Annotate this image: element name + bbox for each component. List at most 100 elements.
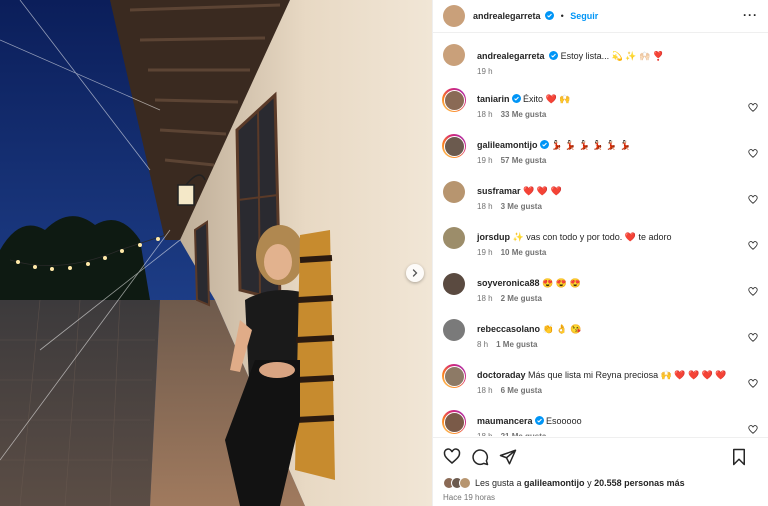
verified-badge-icon	[545, 11, 555, 20]
comment-meta: 18 h 6 Me gusta	[477, 385, 738, 397]
next-photo-button[interactable]	[406, 264, 424, 282]
commenter-username[interactable]: maumancera	[477, 416, 533, 426]
post-photo[interactable]	[0, 0, 432, 506]
commenter-avatar[interactable]	[443, 273, 465, 295]
caption-username[interactable]: andrealegarreta	[477, 51, 545, 61]
comment-row: rebeccasolano 👏 👌 😘 8 h 1 Me gusta	[443, 319, 758, 363]
comment-likes[interactable]: 3 Me gusta	[501, 202, 542, 211]
comment-text: rebeccasolano 👏 👌 😘	[477, 323, 738, 335]
bookmark-icon[interactable]	[730, 448, 748, 466]
commenter-avatar[interactable]	[443, 319, 465, 341]
comment-time: 18 h	[477, 386, 493, 395]
comment-likes[interactable]: 33 Me gusta	[501, 110, 547, 119]
comment-meta: 18 h 2 Me gusta	[477, 293, 738, 305]
comment-time: 8 h	[477, 340, 489, 349]
heart-icon[interactable]	[748, 287, 758, 297]
comment-meta: 18 h 3 Me gusta	[477, 201, 738, 213]
comment-likes[interactable]: 6 Me gusta	[501, 386, 542, 395]
commenter-username[interactable]: jorsdup	[477, 232, 510, 242]
commenter-avatar[interactable]	[443, 365, 465, 387]
comment-row: maumancera Esooooo 18 h 21 Me gusta	[442, 410, 758, 436]
comment-meta: 18 h 21 Me gusta	[477, 431, 738, 436]
heart-icon[interactable]	[748, 333, 758, 343]
likes-user[interactable]: galileamontijo	[524, 478, 585, 488]
chevron-right-icon	[412, 269, 418, 277]
commenter-avatar[interactable]	[443, 411, 465, 433]
author-avatar[interactable]	[443, 44, 465, 66]
heart-icon[interactable]	[748, 149, 758, 159]
caption-text: andrealegarreta Estoy lista... 💫 ✨ 🙌🏻 ❣️	[477, 50, 738, 62]
comment-body: Esooooo	[546, 416, 582, 426]
commenter-avatar[interactable]	[443, 89, 465, 111]
comments-list[interactable]: andrealegarreta Estoy lista... 💫 ✨ 🙌🏻 ❣️…	[433, 34, 768, 436]
likes-text: Les gusta a galileamontijo y 20.558 pers…	[475, 478, 685, 488]
comment-likes[interactable]: 21 Me gusta	[501, 432, 547, 436]
likes-summary[interactable]: Les gusta a galileamontijo y 20.558 pers…	[443, 476, 758, 490]
comment-body: ✨ vas con todo y por todo. ❤️ te adoro	[512, 232, 672, 242]
comment-body: 😍 😍 😍	[542, 278, 581, 288]
comment-body: 💃🏻 💃🏻 💃🏻 💃🏻 💃🏻 💃🏻	[551, 140, 631, 150]
comment-row: galileamontijo 💃🏻 💃🏻 💃🏻 💃🏻 💃🏻 💃🏻 19 h 57 M…	[442, 134, 758, 179]
comment-likes[interactable]: 1 Me gusta	[496, 340, 537, 349]
heart-icon[interactable]	[748, 425, 758, 435]
comment-body: Éxito ❤️ 🙌	[523, 94, 571, 104]
verified-badge-icon	[511, 94, 521, 103]
caption-body: Estoy lista... 💫 ✨ 🙌🏻 ❣️	[560, 51, 664, 61]
comment-body: Más que lista mi Reyna preciosa 🙌 ❤️ ❤️ …	[528, 370, 727, 380]
commenter-username[interactable]: susframar	[477, 186, 521, 196]
likes-prefix: Les gusta a	[475, 478, 525, 488]
comment-row: soyveronica88 😍 😍 😍 18 h 2 Me gusta	[443, 273, 758, 317]
verified-badge-icon	[534, 416, 544, 425]
comment-time: 18 h	[477, 294, 493, 303]
heart-icon[interactable]	[748, 241, 758, 251]
commenter-avatar[interactable]	[443, 227, 465, 249]
commenter-username[interactable]: soyveronica88	[477, 278, 540, 288]
heart-icon[interactable]	[748, 379, 758, 389]
commenter-username[interactable]: doctoraday	[477, 370, 526, 380]
comment-row: susframar ❤️ ❤️ ❤️ 18 h 3 Me gusta	[443, 181, 758, 225]
action-bar	[443, 438, 758, 476]
comment-text: jorsdup ✨ vas con todo y por todo. ❤️ te…	[477, 231, 738, 243]
comment-body: 👏 👌 😘	[542, 324, 582, 334]
heart-icon[interactable]	[748, 195, 758, 205]
heart-icon[interactable]	[748, 103, 758, 113]
liker-avatars	[443, 477, 471, 489]
more-options-icon[interactable]: ···	[743, 9, 758, 21]
comment-text: soyveronica88 😍 😍 😍	[477, 277, 738, 289]
post-detail-panel: andrealegarreta • Seguir ··· andrealegar…	[432, 0, 768, 506]
comment-row: doctoraday Más que lista mi Reyna precio…	[442, 364, 758, 409]
comment-meta: 19 h 10 Me gusta	[477, 247, 738, 259]
comment-time: 19 h	[477, 248, 493, 257]
caption-row: andrealegarreta Estoy lista... 💫 ✨ 🙌🏻 ❣️…	[443, 44, 758, 84]
comment-row: jorsdup ✨ vas con todo y por todo. ❤️ te…	[443, 227, 758, 271]
comment-likes[interactable]: 2 Me gusta	[501, 294, 542, 303]
verified-badge-icon	[549, 51, 559, 60]
likes-count[interactable]: 20.558 personas más	[594, 478, 685, 488]
comment-meta: 8 h 1 Me gusta	[477, 339, 738, 351]
commenter-username[interactable]: galileamontijo	[477, 140, 538, 150]
comment-likes[interactable]: 10 Me gusta	[501, 248, 547, 257]
verified-badge-icon	[539, 140, 549, 149]
author-avatar[interactable]	[443, 5, 465, 27]
commenter-username[interactable]: rebeccasolano	[477, 324, 540, 334]
comment-icon[interactable]	[471, 448, 489, 466]
caption-time: 19 h	[477, 67, 493, 76]
comment-meta: 19 h 57 Me gusta	[477, 155, 738, 167]
commenter-avatar[interactable]	[443, 135, 465, 157]
comment-meta: 18 h 33 Me gusta	[477, 109, 738, 121]
commenter-avatar[interactable]	[443, 181, 465, 203]
comment-body: ❤️ ❤️ ❤️	[523, 186, 562, 196]
follow-button[interactable]: Seguir	[570, 11, 598, 21]
comment-row: taniarin Éxito ❤️ 🙌 18 h 33 Me gusta	[442, 88, 758, 133]
author-username[interactable]: andrealegarreta	[473, 11, 541, 21]
heart-icon[interactable]	[443, 448, 461, 466]
share-icon[interactable]	[499, 448, 517, 466]
comment-likes[interactable]: 57 Me gusta	[501, 156, 547, 165]
comment-text: galileamontijo 💃🏻 💃🏻 💃🏻 💃🏻 💃🏻 💃🏻	[477, 139, 738, 151]
commenter-username[interactable]: taniarin	[477, 94, 510, 104]
comment-time: 18 h	[477, 202, 493, 211]
comment-text: doctoraday Más que lista mi Reyna precio…	[477, 369, 738, 381]
post-header: andrealegarreta • Seguir ···	[433, 0, 768, 33]
comment-text: maumancera Esooooo	[477, 415, 738, 427]
comment-time: 18 h	[477, 110, 493, 119]
